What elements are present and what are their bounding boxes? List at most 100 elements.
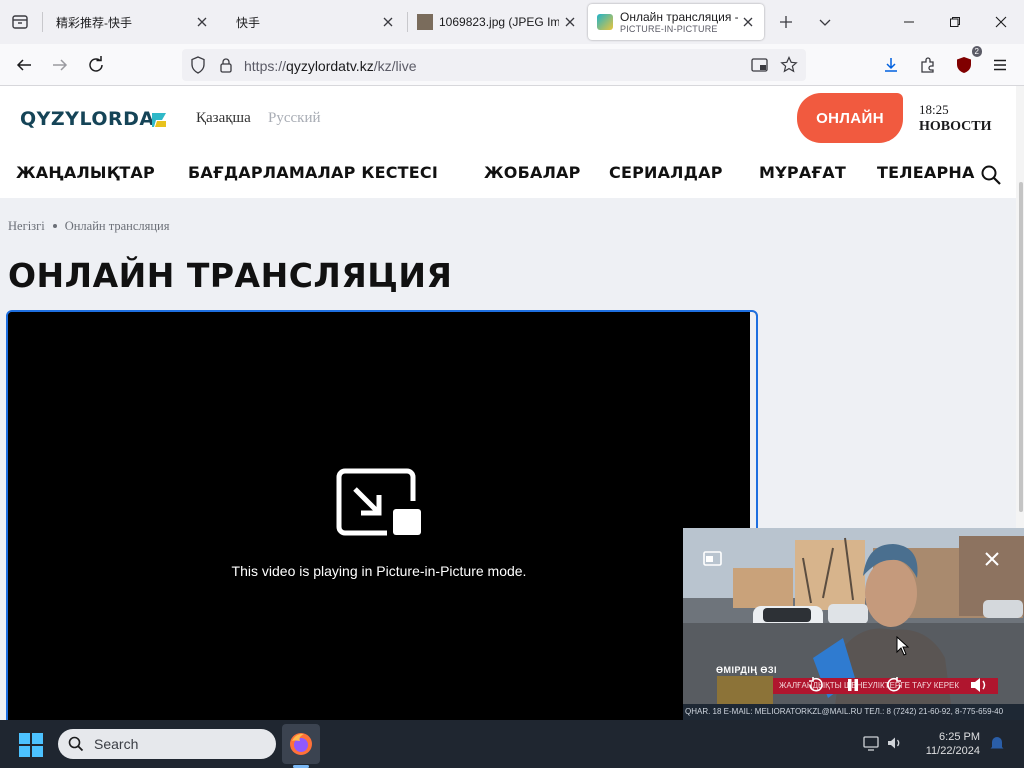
news-label[interactable]: НОВОСТИ: [919, 119, 992, 135]
image-thumbnail-icon: [417, 14, 433, 30]
navigation-toolbar: https://qyzylordatv.kz/kz/live 2: [0, 44, 1024, 86]
pip-mode-message: This video is playing in Picture-in-Pict…: [231, 563, 527, 579]
taskbar-search-placeholder: Search: [94, 736, 139, 752]
extension-badge-count: 2: [971, 46, 982, 57]
menu-item-program-schedule[interactable]: БАҒДАРЛАМАЛАР КЕСТЕСІ: [188, 163, 438, 182]
back-button[interactable]: [10, 51, 38, 79]
close-icon[interactable]: [740, 14, 756, 30]
tab-title: 快手: [236, 15, 261, 30]
windows-start-icon[interactable]: [18, 732, 44, 758]
reload-button[interactable]: [82, 51, 110, 79]
tab-kuaishou[interactable]: 快手: [226, 4, 404, 40]
breadcrumb-home-link[interactable]: Негізгі: [8, 219, 45, 233]
menu-item-serials[interactable]: СЕРИАЛДАР: [609, 163, 723, 182]
language-kazakh-link[interactable]: Қазақша: [196, 110, 251, 127]
tab-kuaishou-featured[interactable]: 精彩推荐-快手: [46, 4, 218, 40]
system-clock[interactable]: 6:25 PM 11/22/2024: [926, 730, 980, 758]
search-icon: [68, 736, 84, 752]
tab-list-button[interactable]: [8, 10, 32, 34]
site-header: QYZYLORDA Қазақша Русский ОНЛАЙН 18:25 Н…: [0, 86, 1016, 198]
browser-tab-strip: 精彩推荐-快手 快手 1069823.jpg (JPEG Image Онлай…: [0, 0, 1024, 44]
site-logo[interactable]: QYZYLORDA: [20, 108, 155, 130]
close-icon[interactable]: [194, 14, 210, 30]
close-window-button[interactable]: [978, 0, 1024, 44]
search-icon[interactable]: [980, 164, 1002, 186]
tab-separator: [42, 12, 43, 32]
volume-icon[interactable]: [886, 734, 904, 752]
video-area[interactable]: This video is playing in Picture-in-Pict…: [8, 312, 750, 720]
reload-icon: [89, 56, 103, 72]
taskbar-firefox-button[interactable]: [282, 724, 320, 764]
menu-item-news[interactable]: ЖАҢАЛЫҚТАР: [16, 163, 155, 182]
close-icon[interactable]: [562, 14, 578, 30]
tab-title: 精彩推荐-快手: [56, 15, 132, 30]
seek-forward-icon: [887, 677, 901, 692]
tab-online-broadcast[interactable]: Онлайн трансляция - PICTURE-IN-PICTURE: [588, 4, 764, 40]
clock-time: 6:25 PM: [939, 731, 980, 743]
volume-icon: [971, 678, 986, 692]
language-russian-link[interactable]: Русский: [268, 110, 321, 127]
tab-subtitle: PICTURE-IN-PICTURE: [620, 24, 718, 34]
menu-item-projects[interactable]: ЖОБАЛАР: [484, 163, 581, 182]
picture-in-picture-window[interactable]: ӨМІРДІҢ ӨЗІ ЖАЛҒАНДЫҚТЫ ШЕНЕУЛІКТЕРГЕ ТА…: [683, 528, 1024, 720]
pip-seek-forward-button[interactable]: [883, 674, 907, 696]
extensions-button[interactable]: [914, 51, 942, 79]
pip-return-to-tab-button[interactable]: [701, 548, 725, 570]
close-icon[interactable]: [380, 14, 396, 30]
tab-separator: [407, 12, 408, 32]
pip-ticker: QHAR. 18 E-MAIL: MELIORATORKZL@MAIL.RU Т…: [683, 704, 1024, 720]
logo-mark-icon: [152, 113, 166, 127]
firefox-icon: [290, 733, 312, 755]
pip-seek-back-button[interactable]: [803, 674, 827, 696]
breadcrumb-separator: [52, 224, 57, 229]
tab-list-icon: [12, 15, 28, 29]
breadcrumb: Негізгі Онлайн трансляция: [8, 219, 170, 234]
seek-back-icon: [809, 677, 823, 692]
picture-in-picture-placeholder-icon: [336, 468, 421, 536]
url-path: /kz/live: [373, 58, 417, 74]
notification-bell-icon[interactable]: [988, 734, 1006, 752]
pause-icon: [848, 679, 858, 691]
tracking-protection-shield-icon[interactable]: [188, 55, 208, 75]
restore-icon: [950, 17, 960, 27]
pip-close-button[interactable]: [980, 548, 1004, 570]
downloads-button[interactable]: [877, 51, 905, 79]
close-icon: [995, 16, 1007, 28]
arrow-right-icon: [53, 59, 68, 71]
forward-button[interactable]: [46, 51, 74, 79]
ublock-shield-icon: [957, 57, 971, 73]
mouse-cursor-icon: [896, 636, 910, 656]
app-menu-button[interactable]: [986, 51, 1014, 79]
windows-taskbar: Search 6:25 PM 11/22/2024: [0, 720, 1024, 768]
page-title: ОНЛАЙН ТРАНСЛЯЦИЯ: [8, 256, 453, 295]
plus-icon: [780, 16, 792, 28]
minimize-icon: [904, 21, 914, 23]
minimize-button[interactable]: [886, 0, 932, 44]
url-domain: qyzylordatv.kz: [286, 58, 374, 74]
url-scheme: https://: [244, 58, 287, 74]
menu-item-archive[interactable]: МҰРАҒАТ: [759, 163, 846, 182]
ublock-extension-button[interactable]: 2: [950, 46, 982, 79]
lock-icon[interactable]: [216, 55, 236, 75]
list-all-tabs-button[interactable]: [813, 10, 837, 34]
online-live-button[interactable]: ОНЛАЙН: [797, 93, 903, 143]
tab-title: 1069823.jpg (JPEG Image: [439, 15, 559, 29]
picture-in-picture-toggle-icon[interactable]: [750, 55, 770, 75]
tab-title: Онлайн трансляция -: [620, 10, 738, 24]
restore-button[interactable]: [932, 0, 978, 44]
url-text[interactable]: https://qyzylordatv.kz/kz/live: [244, 58, 417, 74]
bookmark-star-icon[interactable]: [779, 55, 799, 75]
scrollbar-thumb[interactable]: [1019, 182, 1023, 512]
network-icon[interactable]: [862, 734, 880, 752]
hamburger-menu-icon: [994, 59, 1006, 71]
menu-item-tv-channel[interactable]: ТЕЛЕАРНА: [877, 163, 975, 182]
address-bar[interactable]: https://qyzylordatv.kz/kz/live: [182, 49, 806, 81]
close-icon: [985, 552, 999, 566]
tab-jpeg-image[interactable]: 1069823.jpg (JPEG Image: [410, 4, 586, 40]
video-player[interactable]: This video is playing in Picture-in-Pict…: [6, 310, 758, 720]
taskbar-search-box[interactable]: Search: [58, 729, 276, 759]
pip-volume-button[interactable]: [966, 673, 992, 697]
new-tab-button[interactable]: [774, 10, 798, 34]
pip-pause-button[interactable]: [841, 674, 865, 696]
download-icon: [885, 58, 897, 72]
